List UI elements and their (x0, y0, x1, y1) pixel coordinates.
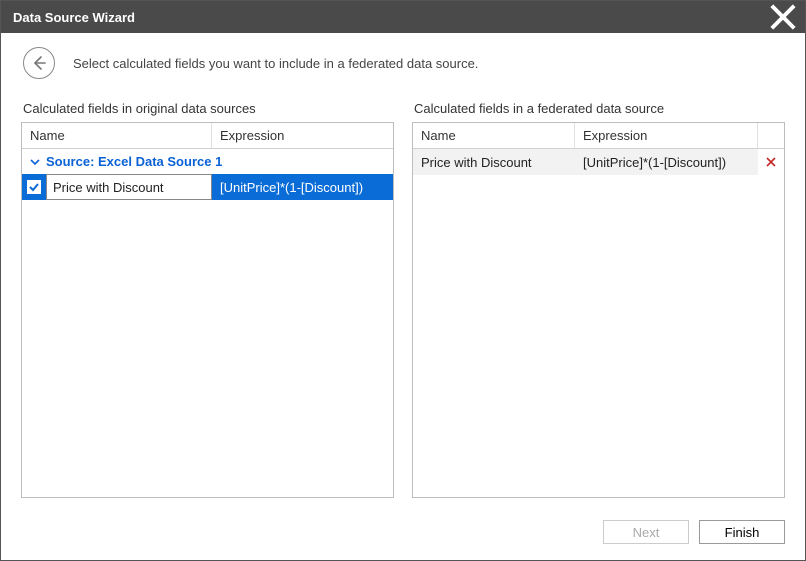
row-checkbox[interactable] (26, 179, 42, 195)
left-row-name[interactable]: Price with Discount (46, 174, 212, 200)
left-row-expression: [UnitPrice]*(1-[Discount]) (212, 174, 393, 200)
close-icon (769, 3, 797, 31)
row-checkbox-cell[interactable] (22, 174, 46, 200)
window-title: Data Source Wizard (13, 10, 769, 25)
header-row: Select calculated fields you want to inc… (1, 33, 805, 93)
source-group-label: Source: Excel Data Source 1 (46, 154, 222, 169)
right-row-expression: [UnitPrice]*(1-[Discount]) (575, 149, 758, 175)
remove-icon (766, 157, 776, 167)
finish-button[interactable]: Finish (699, 520, 785, 544)
right-panel: Calculated fields in a federated data so… (412, 101, 785, 498)
left-grid-header: Name Expression (22, 123, 393, 149)
right-grid-body: Price with Discount [UnitPrice]*(1-[Disc… (413, 149, 784, 497)
left-grid: Name Expression Source: Excel Data Sourc… (21, 122, 394, 498)
left-panel-title: Calculated fields in original data sourc… (21, 101, 394, 116)
wizard-dialog: Data Source Wizard Select calculated fie… (0, 0, 806, 561)
content-area: Calculated fields in original data sourc… (1, 93, 805, 508)
right-col-action (758, 123, 784, 148)
right-grid: Name Expression Price with Discount [Uni… (412, 122, 785, 498)
chevron-down-icon (30, 157, 40, 167)
right-row-name: Price with Discount (413, 149, 575, 175)
close-button[interactable] (769, 3, 797, 31)
right-panel-title: Calculated fields in a federated data so… (412, 101, 785, 116)
back-button[interactable] (23, 47, 55, 79)
instruction-text: Select calculated fields you want to inc… (73, 56, 478, 71)
left-col-name[interactable]: Name (22, 123, 212, 148)
right-col-name[interactable]: Name (413, 123, 575, 148)
left-grid-body: Source: Excel Data Source 1 Price with D… (22, 149, 393, 497)
left-row[interactable]: Price with Discount [UnitPrice]*(1-[Disc… (22, 174, 393, 200)
next-button: Next (603, 520, 689, 544)
arrow-left-icon (31, 55, 47, 71)
footer: Next Finish (1, 508, 805, 560)
left-col-expression[interactable]: Expression (212, 123, 393, 148)
right-row[interactable]: Price with Discount [UnitPrice]*(1-[Disc… (413, 149, 784, 175)
left-panel: Calculated fields in original data sourc… (21, 101, 394, 498)
source-group-row[interactable]: Source: Excel Data Source 1 (22, 149, 393, 174)
right-col-expression[interactable]: Expression (575, 123, 758, 148)
remove-row-button[interactable] (758, 149, 784, 175)
titlebar: Data Source Wizard (1, 1, 805, 33)
check-icon (28, 181, 40, 193)
right-grid-header: Name Expression (413, 123, 784, 149)
